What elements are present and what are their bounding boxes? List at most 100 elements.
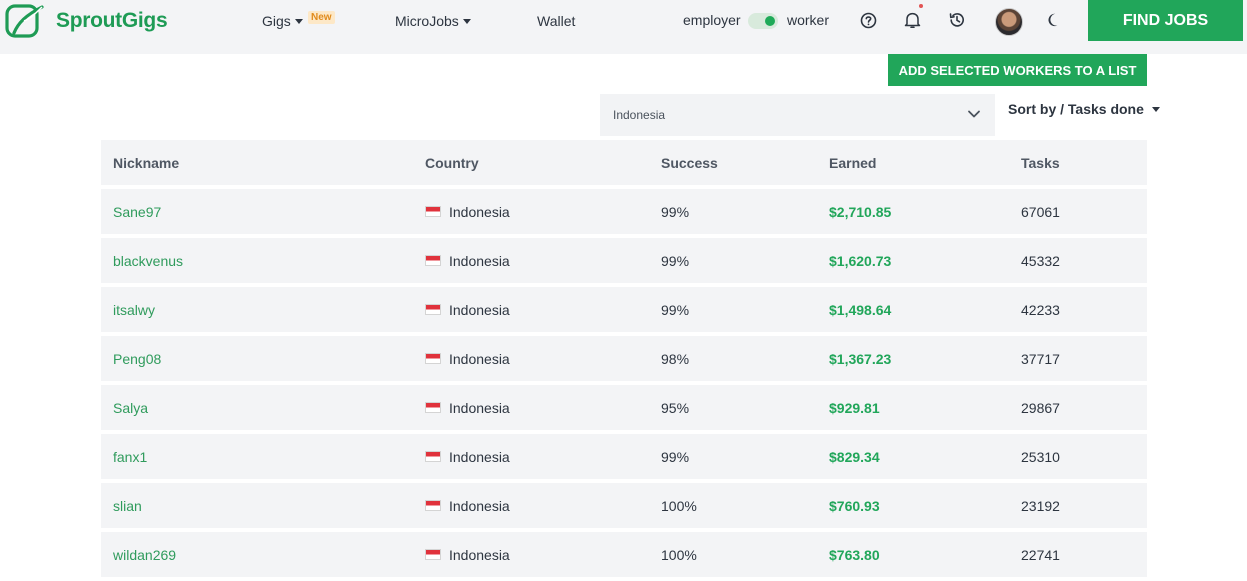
indonesia-flag-icon <box>425 353 441 364</box>
avatar[interactable] <box>995 8 1023 36</box>
country-cell: Indonesia <box>425 385 510 430</box>
worker-nickname-link[interactable]: Sane97 <box>113 189 161 234</box>
worker-nickname-link[interactable]: wildan269 <box>113 532 176 577</box>
indonesia-flag-icon <box>425 402 441 413</box>
toggle-knob <box>765 16 775 26</box>
mode-toggle-switch[interactable] <box>748 13 778 29</box>
earned-cell: $929.81 <box>829 399 880 416</box>
table-row[interactable]: Sane97 Indonesia 99% $2,710.85 67061 <box>101 189 1147 234</box>
worker-nickname-link[interactable]: fanx1 <box>113 434 147 479</box>
table-row[interactable]: wildan269 Indonesia 100% $763.80 22741 <box>101 532 1147 577</box>
success-cell: 99% <box>661 252 690 269</box>
success-cell: 99% <box>661 301 690 318</box>
tasks-cell: 23192 <box>1021 497 1060 514</box>
success-cell: 100% <box>661 497 697 514</box>
nav-wallet[interactable]: Wallet <box>537 12 575 30</box>
notification-dot <box>919 4 923 8</box>
table-row[interactable]: Peng08 Indonesia 98% $1,367.23 37717 <box>101 336 1147 381</box>
nav-microjobs[interactable]: MicroJobs <box>395 12 471 30</box>
chevron-down-icon <box>968 110 980 118</box>
moon-icon[interactable] <box>1044 10 1064 30</box>
column-header-nickname[interactable]: Nickname <box>113 140 179 185</box>
worker-nickname-link[interactable]: slian <box>113 483 142 528</box>
help-icon[interactable] <box>858 10 878 30</box>
add-selected-workers-button[interactable]: ADD SELECTED WORKERS TO A LIST <box>888 54 1147 86</box>
table-row[interactable]: blackvenus Indonesia 99% $1,620.73 45332 <box>101 238 1147 283</box>
indonesia-flag-icon <box>425 549 441 560</box>
country-cell: Indonesia <box>425 434 510 479</box>
worker-nickname-link[interactable]: blackvenus <box>113 238 183 283</box>
sort-label: Sort by / Tasks done <box>1008 101 1144 117</box>
tasks-cell: 25310 <box>1021 448 1060 465</box>
country-filter-value: Indonesia <box>613 108 666 122</box>
country-name: Indonesia <box>449 497 510 514</box>
success-cell: 99% <box>661 203 690 220</box>
history-icon[interactable] <box>947 10 967 30</box>
column-header-earned[interactable]: Earned <box>829 140 876 185</box>
country-cell: Indonesia <box>425 532 510 577</box>
caret-down-icon <box>1151 106 1160 112</box>
country-cell: Indonesia <box>425 287 510 332</box>
earned-cell: $2,710.85 <box>829 203 892 220</box>
worker-nickname-link[interactable]: Salya <box>113 385 148 430</box>
indonesia-flag-icon <box>425 500 441 511</box>
employer-label[interactable]: employer <box>683 12 741 28</box>
earned-cell: $763.80 <box>829 546 880 563</box>
country-name: Indonesia <box>449 448 510 465</box>
table-row[interactable]: Salya Indonesia 95% $929.81 29867 <box>101 385 1147 430</box>
country-cell: Indonesia <box>425 238 510 283</box>
find-jobs-button[interactable]: FIND JOBS <box>1088 0 1243 41</box>
tasks-cell: 67061 <box>1021 203 1060 220</box>
success-cell: 98% <box>661 350 690 367</box>
brand-name: SproutGigs <box>56 9 168 32</box>
success-cell: 95% <box>661 399 690 416</box>
column-header-country[interactable]: Country <box>425 140 479 185</box>
country-name: Indonesia <box>449 301 510 318</box>
indonesia-flag-icon <box>425 451 441 462</box>
nav-wallet-label: Wallet <box>537 13 576 29</box>
table-row[interactable]: fanx1 Indonesia 99% $829.34 25310 <box>101 434 1147 479</box>
country-cell: Indonesia <box>425 336 510 381</box>
new-badge: New <box>308 11 335 24</box>
top-navigation-bar: SproutGigs Gigs New MicroJobs Wallet emp… <box>0 0 1247 54</box>
sprout-logo-icon <box>5 4 44 38</box>
tasks-cell: 29867 <box>1021 399 1060 416</box>
caret-down-icon <box>294 18 303 24</box>
nav-gigs[interactable]: Gigs <box>262 12 303 30</box>
worker-label[interactable]: worker <box>787 12 829 28</box>
earned-cell: $829.34 <box>829 448 880 465</box>
table-header-row: Nickname Country Success Earned Tasks <box>101 140 1147 185</box>
earned-cell: $760.93 <box>829 497 880 514</box>
country-name: Indonesia <box>449 252 510 269</box>
country-filter-select[interactable]: Indonesia <box>600 94 995 136</box>
worker-nickname-link[interactable]: itsalwy <box>113 287 155 332</box>
country-name: Indonesia <box>449 350 510 367</box>
tasks-cell: 37717 <box>1021 350 1060 367</box>
tasks-cell: 42233 <box>1021 301 1060 318</box>
sort-dropdown[interactable]: Sort by / Tasks done <box>1008 101 1160 117</box>
brand-logo[interactable]: SproutGigs <box>4 3 168 39</box>
column-header-tasks[interactable]: Tasks <box>1021 140 1060 185</box>
earned-cell: $1,498.64 <box>829 301 892 318</box>
table-row[interactable]: slian Indonesia 100% $760.93 23192 <box>101 483 1147 528</box>
nav-gigs-label: Gigs <box>262 13 291 29</box>
earned-cell: $1,367.23 <box>829 350 892 367</box>
tasks-cell: 45332 <box>1021 252 1060 269</box>
success-cell: 99% <box>661 448 690 465</box>
nav-microjobs-label: MicroJobs <box>395 13 459 29</box>
country-cell: Indonesia <box>425 189 510 234</box>
column-header-success[interactable]: Success <box>661 140 718 185</box>
success-cell: 100% <box>661 546 697 563</box>
indonesia-flag-icon <box>425 304 441 315</box>
earned-cell: $1,620.73 <box>829 252 892 269</box>
bell-icon[interactable] <box>902 10 922 30</box>
table-row[interactable]: itsalwy Indonesia 99% $1,498.64 42233 <box>101 287 1147 332</box>
tasks-cell: 22741 <box>1021 546 1060 563</box>
country-cell: Indonesia <box>425 483 510 528</box>
workers-table: Nickname Country Success Earned Tasks Sa… <box>101 140 1147 581</box>
indonesia-flag-icon <box>425 206 441 217</box>
caret-down-icon <box>462 18 471 24</box>
country-name: Indonesia <box>449 399 510 416</box>
worker-nickname-link[interactable]: Peng08 <box>113 336 161 381</box>
indonesia-flag-icon <box>425 255 441 266</box>
